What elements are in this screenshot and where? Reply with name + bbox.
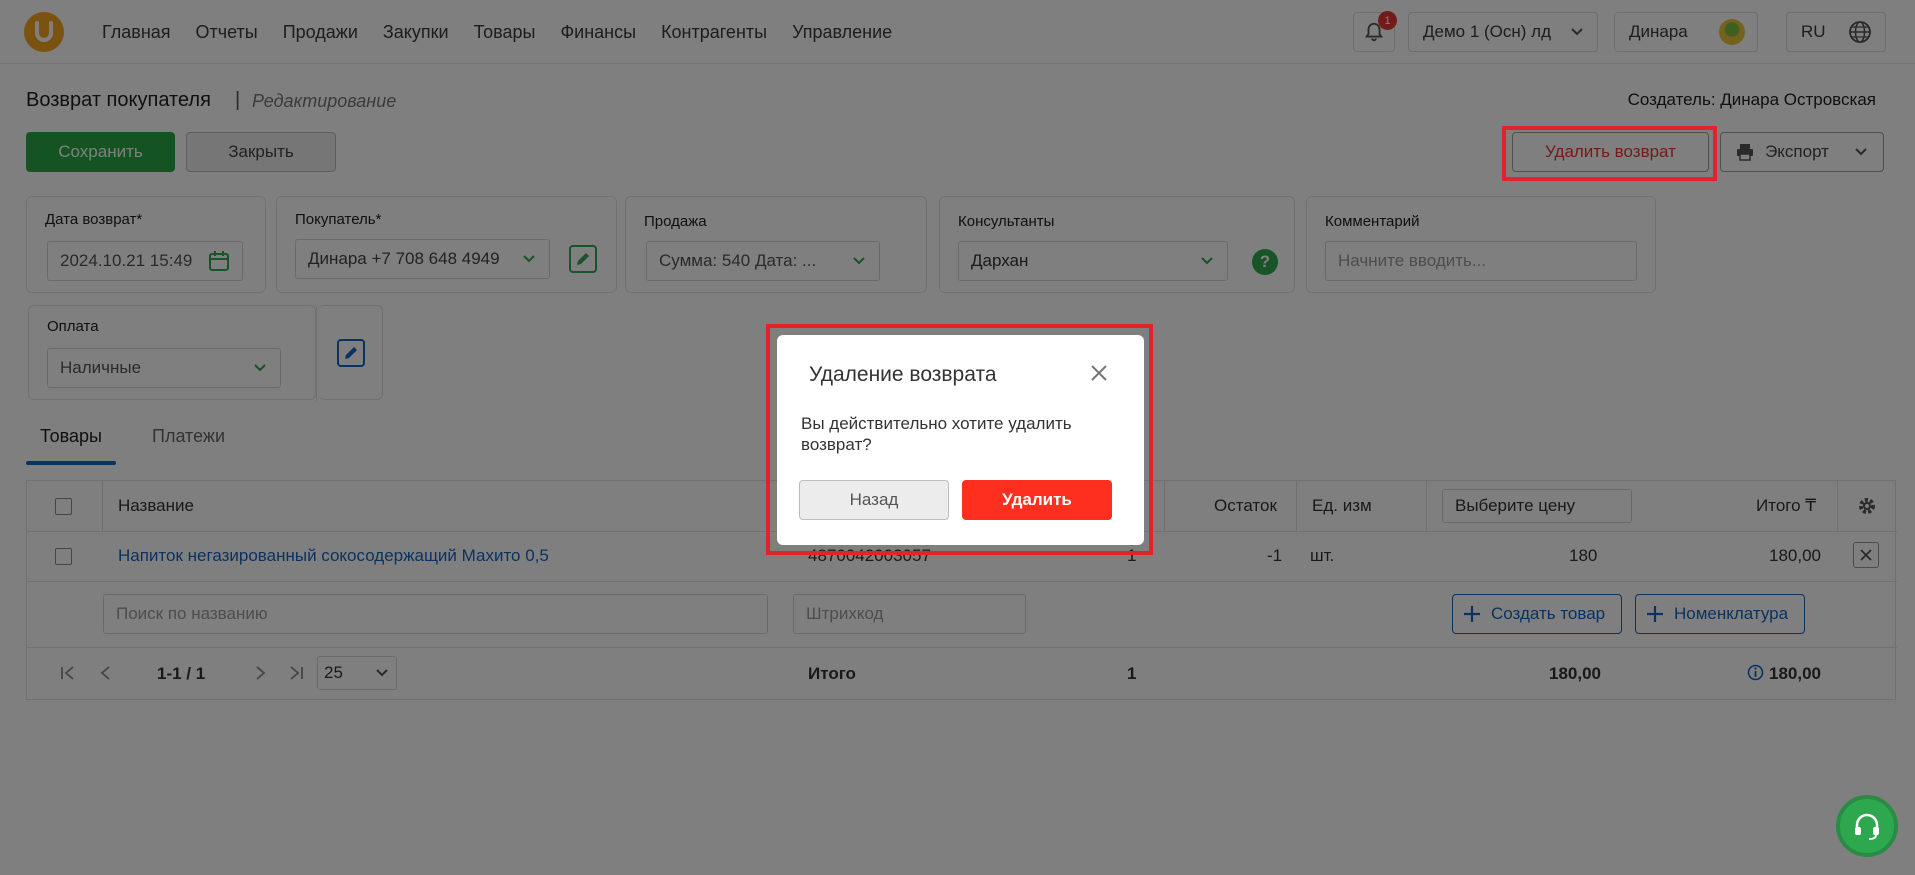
dialog-title: Удаление возврата: [809, 363, 997, 386]
close-icon[interactable]: [1087, 361, 1111, 385]
back-button[interactable]: Назад: [799, 480, 949, 520]
delete-confirmation-dialog: Удаление возврата Вы действительно хотит…: [777, 335, 1144, 545]
dialog-message: Вы действительно хотите удалить возврат?: [801, 414, 1072, 454]
confirm-delete-button[interactable]: Удалить: [962, 480, 1112, 520]
delete-button-highlight: [1502, 126, 1717, 181]
headset-icon: [1855, 813, 1879, 840]
support-chat-button[interactable]: [1836, 795, 1898, 857]
